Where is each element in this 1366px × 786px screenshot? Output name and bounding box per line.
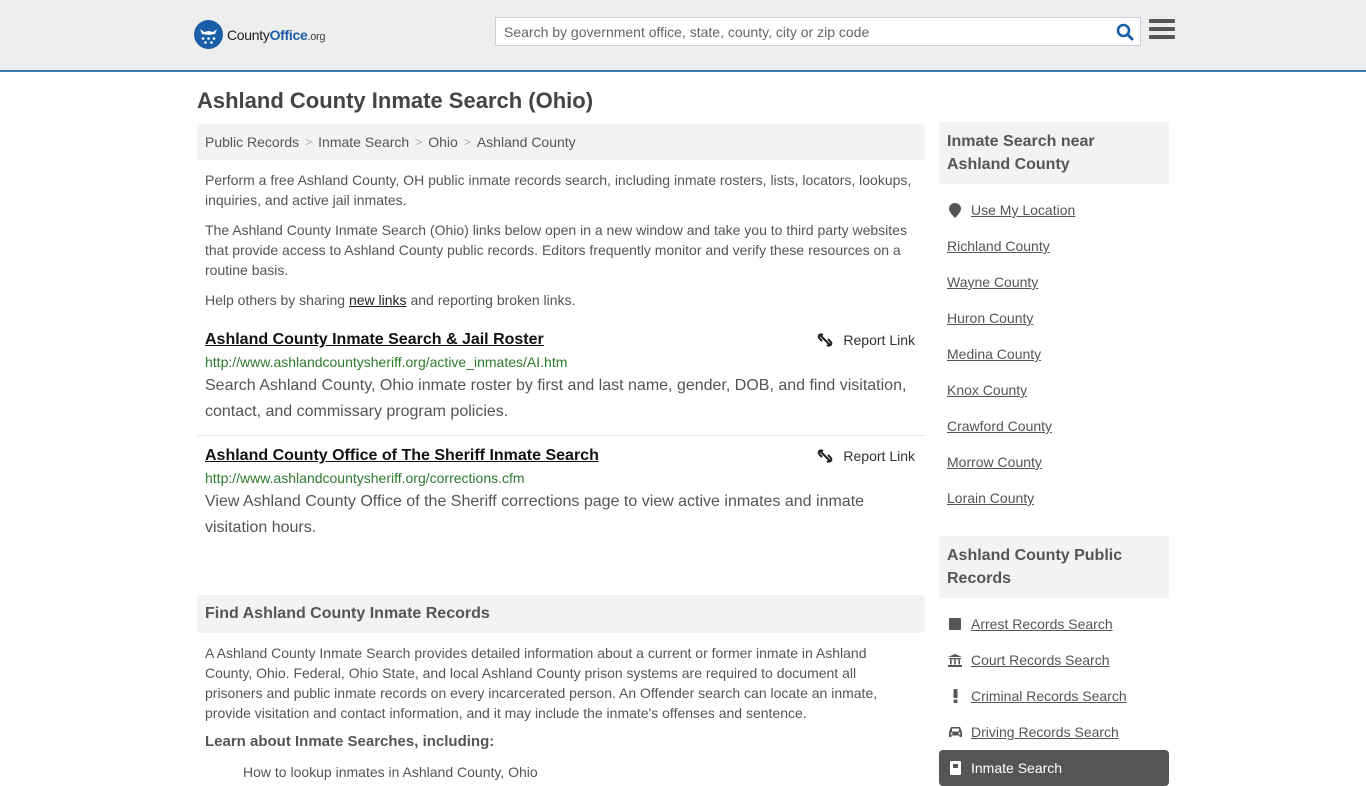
public-records-item: Criminal Records Search	[947, 678, 1161, 714]
share-paragraph: Help others by sharing new links and rep…	[205, 292, 576, 308]
use-my-location-link[interactable]: Use My Location	[971, 202, 1075, 218]
county-link-wayne[interactable]: Wayne County	[947, 274, 1038, 290]
criminal-records-link[interactable]: Criminal Records Search	[971, 688, 1127, 704]
find-records-paragraph: A Ashland County Inmate Search provides …	[205, 645, 878, 721]
sidebar: Inmate Search near Ashland County Use My…	[939, 122, 1169, 786]
page-title: Ashland County Inmate Search (Ohio)	[197, 88, 594, 113]
county-link-morrow[interactable]: Morrow County	[947, 454, 1042, 470]
use-my-location-item: Use My Location	[947, 192, 1161, 228]
public-records-heading: Ashland County Public Records	[939, 536, 1169, 598]
site-logo[interactable]: CountyOffice.org	[194, 20, 326, 49]
nearby-list: Use My Location Richland County Wayne Co…	[939, 184, 1169, 516]
intro-paragraph: Perform a free Ashland County, OH public…	[205, 172, 912, 208]
broken-link-icon	[818, 333, 833, 347]
resource-link-title[interactable]: Ashland County Inmate Search & Jail Rost…	[205, 330, 544, 350]
public-records-item: Court Records Search	[947, 642, 1161, 678]
main-content: Perform a free Ashland County, OH public…	[197, 170, 925, 780]
breadcrumb-ashland-county[interactable]: Ashland County	[477, 134, 576, 150]
courthouse-icon	[947, 653, 963, 667]
search-bar	[495, 17, 1141, 46]
car-icon	[947, 726, 963, 738]
jail-door-icon	[947, 761, 963, 775]
nearby-county-item: Knox County	[947, 372, 1161, 408]
resource-link-description: View Ashland County Office of the Sherif…	[205, 493, 865, 536]
breadcrumb-inmate-search[interactable]: Inmate Search	[318, 134, 409, 150]
resource-link-item: Ashland County Office of The Sheriff Inm…	[197, 436, 925, 551]
search-button[interactable]	[1110, 18, 1140, 45]
arrest-records-link[interactable]: Arrest Records Search	[971, 616, 1113, 632]
logo-text: CountyOffice.org	[227, 26, 326, 43]
breadcrumb-separator: >	[305, 135, 313, 149]
resource-link-item: Ashland County Inmate Search & Jail Rost…	[197, 320, 925, 436]
driving-records-link[interactable]: Driving Records Search	[971, 724, 1119, 740]
breadcrumb-separator: >	[463, 135, 471, 149]
site-header: CountyOffice.org	[0, 0, 1366, 72]
report-link-button[interactable]: Report Link	[817, 448, 915, 464]
county-link-medina[interactable]: Medina County	[947, 346, 1041, 362]
map-pin-icon	[947, 202, 963, 218]
search-icon	[1116, 23, 1134, 40]
learn-about-list-item: How to lookup inmates in Ashland County,…	[243, 764, 538, 780]
eagle-badge-icon	[194, 20, 223, 49]
county-link-knox[interactable]: Knox County	[947, 382, 1027, 398]
nearby-county-item: Medina County	[947, 336, 1161, 372]
disclaimer-paragraph: The Ashland County Inmate Search (Ohio) …	[205, 222, 907, 278]
nearby-county-item: Richland County	[947, 228, 1161, 264]
public-records-item-active: Inmate Search	[939, 750, 1169, 786]
breadcrumb-separator: >	[415, 135, 423, 149]
county-link-richland[interactable]: Richland County	[947, 238, 1050, 254]
nearby-county-item: Wayne County	[947, 264, 1161, 300]
new-links-link[interactable]: new links	[349, 292, 407, 308]
resource-link-url: http://www.ashlandcountysheriff.org/corr…	[205, 470, 525, 486]
county-link-lorain[interactable]: Lorain County	[947, 490, 1034, 506]
nearby-heading: Inmate Search near Ashland County	[939, 122, 1169, 184]
nearby-county-item: Lorain County	[947, 480, 1161, 516]
public-records-item: Driving Records Search	[947, 714, 1161, 750]
public-records-item: Arrest Records Search	[947, 606, 1161, 642]
search-input[interactable]	[496, 18, 1110, 45]
find-records-heading: Find Ashland County Inmate Records	[197, 595, 925, 633]
public-records-list: Arrest Records Search Court Records Sear…	[939, 598, 1169, 786]
hamburger-menu-icon[interactable]	[1149, 19, 1175, 42]
nearby-county-item: Huron County	[947, 300, 1161, 336]
square-icon	[947, 618, 963, 630]
county-link-huron[interactable]: Huron County	[947, 310, 1033, 326]
court-records-link[interactable]: Court Records Search	[971, 652, 1110, 668]
county-link-crawford[interactable]: Crawford County	[947, 418, 1052, 434]
resource-link-title[interactable]: Ashland County Office of The Sheriff Inm…	[205, 446, 599, 466]
broken-link-icon	[818, 449, 833, 463]
inmate-search-link[interactable]: Inmate Search	[971, 760, 1062, 776]
resource-link-url: http://www.ashlandcountysheriff.org/acti…	[205, 354, 568, 370]
breadcrumb-ohio[interactable]: Ohio	[428, 134, 458, 150]
learn-about-heading: Learn about Inmate Searches, including:	[205, 733, 495, 750]
breadcrumb-public-records[interactable]: Public Records	[205, 134, 299, 150]
report-link-button[interactable]: Report Link	[817, 332, 915, 348]
nearby-county-item: Crawford County	[947, 408, 1161, 444]
exclamation-icon	[947, 689, 963, 703]
breadcrumb: Public Records > Inmate Search > Ohio > …	[197, 124, 925, 160]
nearby-county-item: Morrow County	[947, 444, 1161, 480]
resource-link-description: Search Ashland County, Ohio inmate roste…	[205, 377, 907, 420]
